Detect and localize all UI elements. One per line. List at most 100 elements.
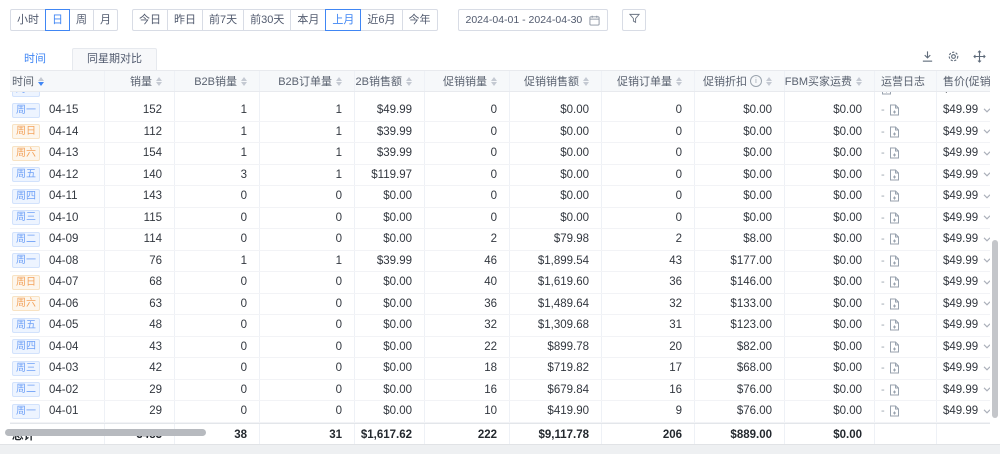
column-header-time[interactable]: 时间 — [10, 71, 105, 91]
cell-log: - — [875, 401, 937, 422]
price-chevron-icon[interactable] — [983, 409, 990, 414]
date-label: 04-08 — [49, 255, 78, 267]
cell-promo_amount: $0.00 — [510, 143, 602, 164]
add-log-icon[interactable] — [889, 104, 900, 116]
add-log-icon[interactable] — [889, 169, 900, 181]
quick-range-button[interactable]: 本月 — [290, 9, 326, 31]
filter-button[interactable] — [622, 9, 646, 31]
cell-log: - — [875, 122, 937, 143]
column-label: 售价(促销价) — [943, 73, 990, 89]
granularity-button[interactable]: 日 — [45, 9, 70, 31]
cell-promo_discount — [695, 92, 785, 100]
add-log-icon[interactable] — [889, 212, 900, 224]
quick-range-button[interactable]: 近6月 — [360, 9, 402, 31]
info-icon[interactable]: i — [750, 75, 762, 87]
price-chevron-icon[interactable] — [983, 344, 990, 349]
column-header-promo_amount[interactable]: 促销销售额 — [510, 71, 602, 91]
price-value: $49.99 — [943, 384, 978, 396]
column-header-sales[interactable]: 销量 — [105, 71, 175, 91]
cell-b2b_orders: 1 — [260, 143, 355, 164]
add-log-icon[interactable] — [889, 298, 900, 310]
column-header-promo_discount[interactable]: 促销折扣i — [695, 71, 785, 91]
quick-range-button[interactable]: 今日 — [132, 9, 168, 31]
cell-promo_amount: $0.00 — [510, 208, 602, 229]
price-chevron-icon[interactable] — [983, 366, 990, 371]
tab-inactive[interactable]: 同星期对比 — [72, 48, 157, 70]
cell-b2b_qty: 1 — [175, 100, 260, 121]
no-log-dash: - — [881, 104, 885, 116]
cell-sales: 76 — [105, 251, 175, 272]
price-chevron-icon[interactable] — [983, 237, 990, 242]
granularity-button[interactable]: 周 — [69, 9, 94, 31]
column-header-b2b_qty[interactable]: B2B销量 — [175, 71, 260, 91]
date-range-picker[interactable]: 2024-04-01 - 2024-04-30 — [458, 9, 609, 31]
cell-promo_orders: 0 — [602, 100, 695, 121]
cell-fbm_fee: $0.00 — [785, 358, 875, 379]
settings-icon[interactable] — [947, 50, 960, 63]
no-log-dash: - — [881, 298, 885, 310]
download-icon[interactable] — [921, 50, 934, 63]
column-header-b2b_orders[interactable]: B2B订单量 — [260, 71, 355, 91]
cell-promo_qty: 0 — [425, 122, 510, 143]
quick-range-button[interactable]: 上月 — [325, 9, 361, 31]
date-label: 04-12 — [49, 169, 78, 181]
quick-range-button[interactable]: 前30天 — [243, 9, 291, 31]
price-chevron-icon[interactable] — [983, 172, 990, 177]
price-chevron-icon[interactable] — [983, 215, 990, 220]
cell-price: $49.99 — [937, 272, 990, 293]
add-log-icon[interactable] — [889, 341, 900, 353]
date-label: 04-06 — [49, 298, 78, 310]
column-header-promo_orders[interactable]: 促销订单量 — [602, 71, 695, 91]
add-log-icon[interactable] — [889, 276, 900, 288]
add-log-icon[interactable] — [889, 405, 900, 417]
add-log-icon[interactable] — [889, 384, 900, 396]
cell-log: - — [875, 229, 937, 250]
add-log-icon[interactable] — [889, 126, 900, 138]
page-bottom-strip — [0, 444, 1000, 454]
tab-active[interactable]: 时间 — [10, 49, 60, 70]
fullscreen-icon[interactable] — [973, 50, 986, 63]
no-log-dash: - — [881, 190, 885, 202]
weekday-badge: 周一 — [12, 404, 40, 419]
add-log-icon[interactable] — [889, 147, 900, 159]
date-label: 04-13 — [49, 147, 78, 159]
granularity-button[interactable]: 月 — [93, 9, 118, 31]
column-label: 时间 — [12, 73, 34, 89]
price-chevron-icon[interactable] — [983, 258, 990, 263]
add-log-icon[interactable] — [889, 319, 900, 331]
granularity-button[interactable]: 小时 — [10, 9, 46, 31]
price-chevron-icon[interactable] — [983, 387, 990, 392]
cell-promo_qty: 0 — [425, 186, 510, 207]
price-chevron-icon[interactable] — [983, 194, 990, 199]
cell-price: $49.99 — [937, 337, 990, 358]
column-header-promo_qty[interactable]: 促销销量 — [425, 71, 510, 91]
column-header-fbm_fee[interactable]: FBM买家运费 — [785, 71, 875, 91]
cell-promo_orders: 36 — [602, 272, 695, 293]
add-log-icon[interactable] — [889, 233, 900, 245]
cell-price: $49.99 — [937, 122, 990, 143]
price-chevron-icon[interactable] — [983, 108, 990, 113]
cell-b2b_orders: 0 — [260, 358, 355, 379]
price-chevron-icon[interactable] — [983, 151, 990, 156]
price-chevron-icon[interactable] — [983, 129, 990, 134]
sort-up-caret — [766, 77, 772, 81]
cell-fbm_fee: $0.00 — [785, 229, 875, 250]
add-log-icon[interactable] — [889, 362, 900, 374]
cell-b2b_orders: 0 — [260, 337, 355, 358]
quick-range-button[interactable]: 今年 — [402, 9, 438, 31]
price-chevron-icon[interactable] — [983, 280, 990, 285]
filter-icon — [629, 11, 640, 29]
price-chevron-icon[interactable] — [983, 323, 990, 328]
cell-b2b_qty: 3 — [175, 165, 260, 186]
cell-promo_qty: 18 — [425, 358, 510, 379]
sort-down-caret — [676, 82, 682, 86]
vertical-scrollbar-thumb[interactable] — [992, 240, 998, 418]
add-log-icon[interactable] — [889, 255, 900, 267]
add-log-icon[interactable] — [881, 92, 892, 95]
horizontal-scrollbar-thumb[interactable] — [5, 429, 206, 436]
quick-range-button[interactable]: 昨日 — [167, 9, 203, 31]
quick-range-button[interactable]: 前7天 — [202, 9, 244, 31]
add-log-icon[interactable] — [889, 190, 900, 202]
column-header-b2b_amount[interactable]: B2B销售额 — [355, 71, 425, 91]
price-chevron-icon[interactable] — [983, 301, 990, 306]
